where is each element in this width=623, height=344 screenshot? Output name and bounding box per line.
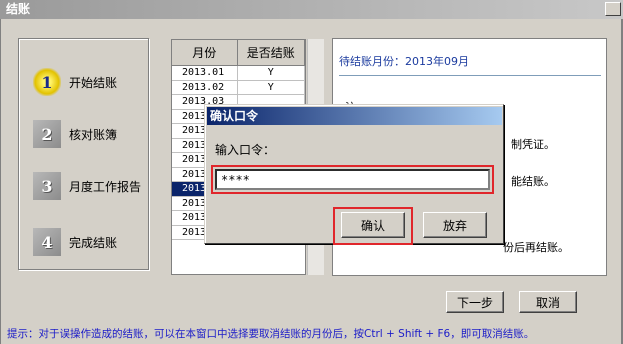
cancel-button[interactable]: 取消 <box>519 291 577 313</box>
hint-text: 提示：对于误操作造成的结账，可以在本窗口中选择要取消结账的月份后，按Ctrl +… <box>7 328 535 340</box>
step-label: 核对账簿 <box>69 127 118 142</box>
step-label: 月度工作报告 <box>69 179 142 194</box>
step-monthly-report: 3 月度工作报告 <box>33 171 141 201</box>
password-input[interactable] <box>215 169 490 190</box>
next-step-button[interactable]: 下一步 <box>446 291 504 313</box>
info-line: 能结账。 <box>511 175 555 188</box>
password-label: 输入口令： <box>215 143 276 157</box>
cell-closed: Y <box>238 66 305 80</box>
step-start-closing: 1 开始结账 <box>33 67 117 97</box>
steps-panel: 1 开始结账 2 核对账簿 3 月度工作报告 4 完成结账 <box>18 38 149 270</box>
info-line: 制凭证。 <box>511 138 555 151</box>
dialog-title: 确认口令 <box>207 107 502 125</box>
window-close-button[interactable] <box>605 2 621 16</box>
cell-month: 2013.01 <box>172 66 238 80</box>
pending-month-label: 待结账月份：2013年09月 <box>339 53 601 76</box>
column-header-month[interactable]: 月份 <box>172 40 238 65</box>
step-check-ledgers: 2 核对账簿 <box>33 119 117 149</box>
password-dialog: 确认口令 输入口令： 确认 放弃 <box>204 104 504 245</box>
window-frame-left <box>0 19 1 344</box>
info-line: 份后再结账。 <box>503 241 569 254</box>
cell-month: 2013.02 <box>172 80 238 94</box>
grid-header: 月份 是否结账 <box>172 40 305 66</box>
column-header-closed[interactable]: 是否结账 <box>238 40 305 65</box>
step-4-icon: 4 <box>33 228 61 256</box>
confirm-button[interactable]: 确认 <box>341 212 405 238</box>
password-input-highlight <box>211 165 494 194</box>
step-complete-closing: 4 完成结账 <box>33 227 117 257</box>
step-3-icon: 3 <box>33 172 61 200</box>
step-1-icon: 1 <box>33 68 61 96</box>
step-label: 完成结账 <box>69 235 118 250</box>
table-row[interactable]: 2013.02 Y <box>172 80 305 95</box>
abandon-button[interactable]: 放弃 <box>423 212 487 238</box>
step-2-icon: 2 <box>33 120 61 148</box>
step-label: 开始结账 <box>69 75 118 90</box>
cell-closed: Y <box>238 80 305 94</box>
window-title: 结账 <box>0 0 623 19</box>
table-row[interactable]: 2013.01 Y <box>172 66 305 81</box>
